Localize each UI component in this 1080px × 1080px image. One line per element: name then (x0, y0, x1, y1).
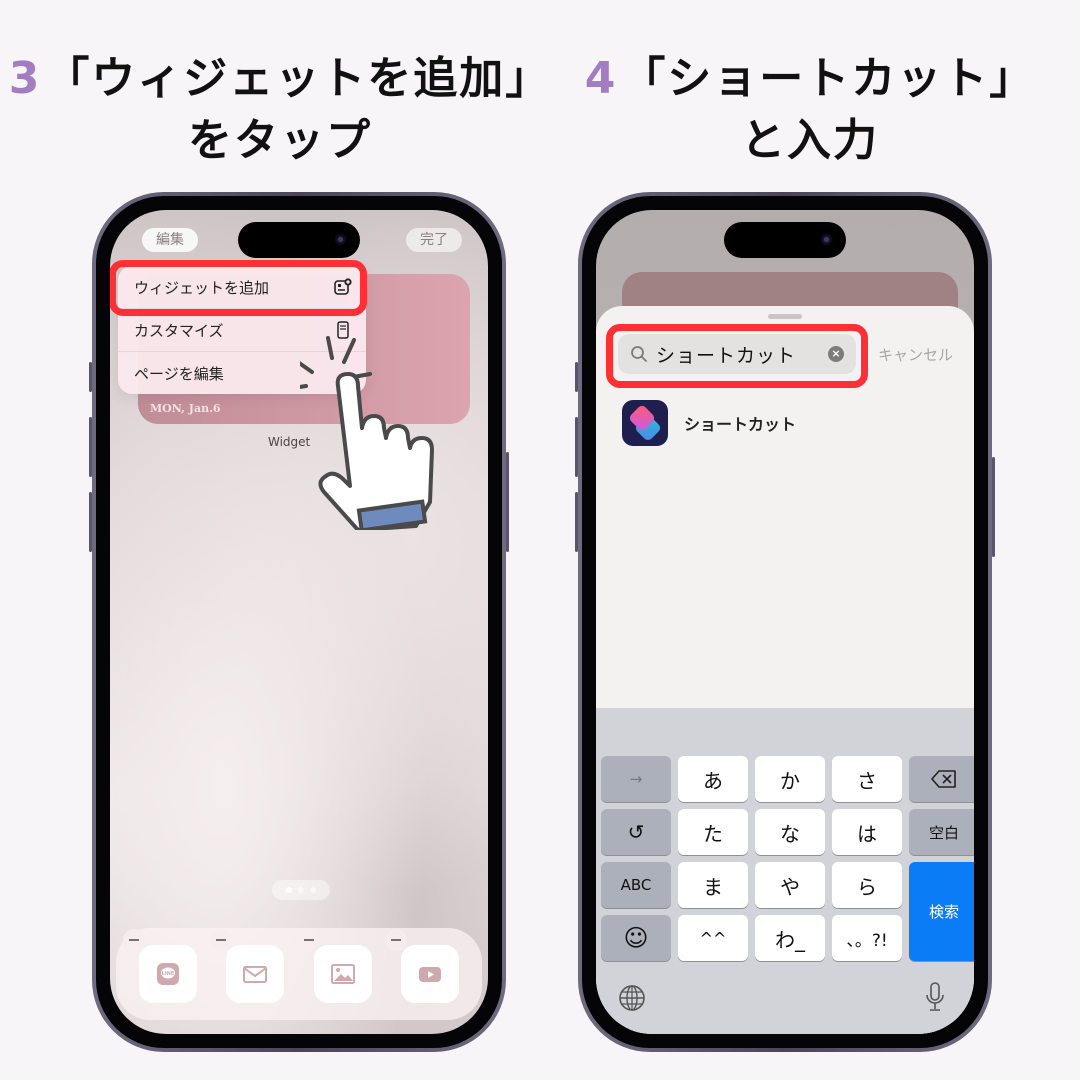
search-result-item[interactable]: ショートカット (622, 400, 796, 446)
page-dot (298, 887, 304, 893)
menu-item-label: ウィジェットを追加 (134, 278, 270, 297)
dock-app-line[interactable]: LINE (122, 929, 197, 1003)
add-widget-icon (334, 278, 352, 296)
search-result-label: ショートカット (684, 415, 797, 434)
volume-up-button (575, 417, 578, 477)
dynamic-island (724, 222, 846, 258)
mail-icon (243, 966, 268, 983)
remove-app-icon[interactable] (122, 929, 145, 951)
step-title-line1: 「ウィジェットを追加」 (45, 53, 552, 104)
key-next-arrow[interactable]: → (601, 756, 671, 802)
key-ta[interactable]: た (678, 809, 748, 855)
key-ka[interactable]: か (755, 756, 825, 802)
youtube-icon (419, 967, 442, 982)
step-number: 3 (8, 53, 42, 104)
keyboard-bottom-bar (596, 978, 974, 1018)
dock: LINE (116, 928, 482, 1020)
power-button (992, 457, 995, 557)
sheet-grabber[interactable] (768, 314, 802, 319)
search-input[interactable]: ショートカット × (618, 334, 856, 374)
key-ya[interactable]: や (755, 862, 825, 908)
delete-icon (931, 770, 956, 788)
camera-icon (821, 234, 832, 245)
photos-icon (330, 964, 355, 984)
edit-button[interactable]: 編集 (142, 228, 198, 252)
step-number: 4 (584, 53, 618, 104)
widget-date: MON, Jan.6 (150, 402, 221, 415)
step-title-line2: と入力 (741, 115, 879, 166)
clear-search-icon[interactable]: × (828, 346, 844, 362)
dynamic-island (238, 222, 360, 258)
volume-down-button (89, 492, 92, 552)
volume-down-button (575, 492, 578, 552)
shortcuts-app-icon (622, 400, 668, 446)
page-dot (310, 887, 316, 893)
phone-left: 編集 完了 MON, Jan.6 Widget ウィジェットを追加 カスタマイズ (89, 192, 509, 1052)
side-button (575, 362, 578, 392)
home-screen: 編集 完了 MON, Jan.6 Widget ウィジェットを追加 カスタマイズ (110, 210, 488, 1034)
svg-text:LINE: LINE (161, 971, 174, 977)
step-title-line1: 「ショートカット」 (621, 53, 1036, 104)
page-dot (286, 887, 292, 893)
key-a[interactable]: あ (678, 756, 748, 802)
key-space[interactable]: 空白 (909, 809, 974, 855)
dock-app-mail[interactable] (210, 929, 285, 1003)
menu-item-label: カスタマイズ (134, 321, 224, 340)
step-3-heading: 3「ウィジェットを追加」 をタップ (0, 48, 560, 172)
japanese-kana-keyboard: → あ か さ ↺ た な は 空白 ABC ま や ら 検索 ☺ ^^ わ_ … (596, 708, 974, 1034)
volume-up-button (89, 417, 92, 477)
cancel-button[interactable]: キャンセル (878, 344, 953, 365)
side-button (89, 362, 92, 392)
line-icon: LINE (156, 963, 179, 985)
menu-item-label: ページを編集 (134, 364, 224, 383)
key-sa[interactable]: さ (832, 756, 902, 802)
key-ha[interactable]: は (832, 809, 902, 855)
key-ma[interactable]: ま (678, 862, 748, 908)
microphone-icon[interactable] (924, 982, 946, 1012)
key-wa[interactable]: わ_ (755, 915, 825, 961)
key-ra[interactable]: ら (832, 862, 902, 908)
step-title-line2: をタップ (188, 115, 372, 166)
key-na[interactable]: な (755, 809, 825, 855)
key-abc[interactable]: ABC (601, 862, 671, 908)
key-punctuation[interactable]: 、。?! (832, 915, 902, 961)
remove-app-icon[interactable] (385, 929, 408, 951)
key-kaomoji[interactable]: ^^ (678, 915, 748, 961)
key-emoji[interactable]: ☺ (601, 915, 671, 961)
done-button[interactable]: 完了 (406, 228, 462, 252)
widget-gallery-screen: ショートカット × キャンセル ショートカット → あ か さ ↺ た な は … (596, 210, 974, 1034)
camera-icon (335, 234, 346, 245)
search-icon (631, 346, 647, 362)
remove-app-icon[interactable] (297, 929, 320, 951)
remove-app-icon[interactable] (210, 929, 233, 951)
power-button (506, 452, 509, 552)
key-undo[interactable]: ↺ (601, 809, 671, 855)
menu-item-add-widget[interactable]: ウィジェットを追加 (118, 266, 366, 309)
dock-app-youtube[interactable] (385, 929, 460, 1003)
search-key[interactable]: 検索 (909, 862, 974, 961)
key-delete[interactable] (909, 756, 974, 802)
globe-icon[interactable] (618, 984, 646, 1012)
phone-right: ショートカット × キャンセル ショートカット → あ か さ ↺ た な は … (575, 192, 995, 1052)
search-input-value: ショートカット (656, 344, 797, 367)
step-4-heading: 4「ショートカット」 と入力 (560, 48, 1060, 172)
dock-app-photos[interactable] (297, 929, 372, 1003)
page-indicator[interactable] (272, 880, 330, 900)
tapping-hand-icon (300, 336, 434, 530)
